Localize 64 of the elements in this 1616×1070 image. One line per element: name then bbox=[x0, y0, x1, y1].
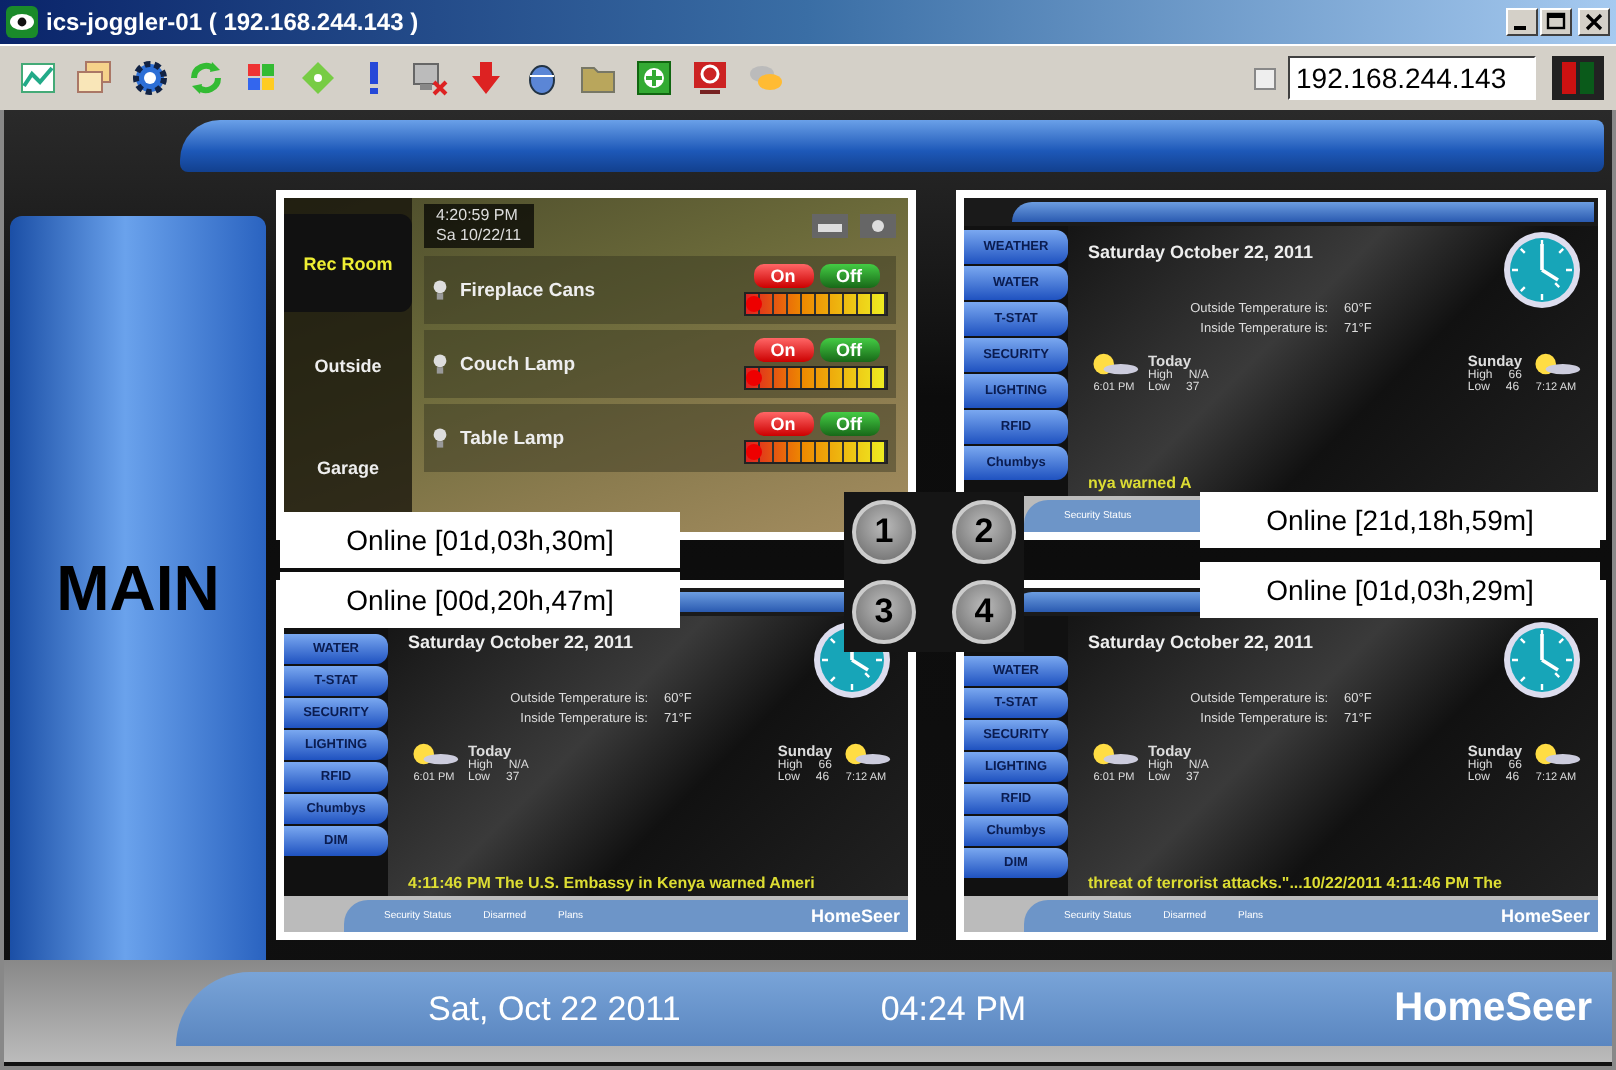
status-label: Online [01d,03h,30m] bbox=[280, 512, 680, 568]
on-button[interactable]: On bbox=[753, 338, 813, 362]
number-button[interactable]: 1 bbox=[852, 500, 916, 564]
on-button[interactable]: On bbox=[753, 264, 813, 288]
number-button[interactable]: 2 bbox=[952, 500, 1016, 564]
panel-title: MAIN bbox=[56, 551, 220, 625]
clock-date: Sa 10/22/11 bbox=[436, 226, 522, 246]
maximize-icon bbox=[1546, 12, 1566, 32]
device-name: Fireplace Cans bbox=[460, 279, 598, 301]
status-label: Online [01d,03h,29m] bbox=[1200, 562, 1600, 618]
sun-cloud-icon bbox=[1088, 742, 1140, 766]
slider-thumb[interactable] bbox=[745, 296, 761, 312]
date-heading: Saturday October 22, 2011 bbox=[408, 632, 634, 652]
bulb-icon bbox=[432, 352, 448, 376]
device-name: Couch Lamp bbox=[460, 353, 578, 375]
window-title: ics-joggler-01 ( 192.168.244.143 ) bbox=[46, 8, 419, 36]
room-tab[interactable]: Outside bbox=[284, 316, 412, 414]
slider-thumb[interactable] bbox=[745, 370, 761, 386]
logo: HomeSeer bbox=[810, 906, 900, 926]
plus-icon[interactable] bbox=[632, 56, 676, 100]
address-field[interactable]: 192.168.244.143 bbox=[1288, 56, 1536, 100]
status-indicator-icon[interactable] bbox=[1552, 56, 1604, 100]
news-ticker: 4:11:46 PM The U.S. Embassy in Kenya warned Ameri bbox=[408, 874, 817, 892]
close-button[interactable] bbox=[1578, 8, 1610, 36]
room-tab[interactable]: Garage bbox=[284, 418, 412, 516]
dimmer-slider[interactable] bbox=[744, 366, 888, 390]
bulb-icon bbox=[432, 278, 448, 302]
close-icon bbox=[1584, 12, 1604, 32]
on-button[interactable]: On bbox=[753, 412, 813, 436]
sun-cloud-icon bbox=[1088, 352, 1140, 376]
status-label: Online [00d,20h,47m] bbox=[280, 572, 680, 628]
clock-icon bbox=[1502, 620, 1582, 700]
off-button[interactable]: Off bbox=[819, 338, 879, 362]
date-heading: Saturday October 22, 2011 bbox=[1088, 632, 1314, 652]
device-name: Table Lamp bbox=[460, 427, 567, 449]
news-ticker: threat of terrorist attacks."...10/22/2011 4:11:46 PM The bbox=[1088, 874, 1504, 892]
slider-thumb[interactable] bbox=[745, 444, 761, 460]
number-button[interactable]: 4 bbox=[952, 580, 1016, 644]
off-button[interactable]: Off bbox=[819, 412, 879, 436]
news-ticker: nya warned A bbox=[1088, 474, 1194, 492]
off-button[interactable]: Off bbox=[819, 264, 879, 288]
clock-time: 4:20:59 PM bbox=[436, 206, 520, 226]
sun-cloud-icon bbox=[1530, 742, 1582, 766]
checkbox[interactable] bbox=[1254, 67, 1276, 89]
status-label: Online [21d,18h,59m] bbox=[1200, 492, 1600, 548]
logo: HomeSeer bbox=[1394, 986, 1592, 1032]
minimize-icon bbox=[1513, 26, 1525, 30]
room-tab[interactable]: Rec Room bbox=[284, 214, 412, 312]
bulb-icon bbox=[432, 426, 448, 450]
date-heading: Saturday October 22, 2011 bbox=[1088, 242, 1314, 262]
footer-date: Sat, Oct 22 2011 bbox=[428, 989, 681, 1029]
clock-icon bbox=[1502, 230, 1582, 310]
dimmer-slider[interactable] bbox=[744, 292, 888, 316]
sun-cloud-icon bbox=[840, 742, 892, 766]
number-button[interactable]: 3 bbox=[852, 580, 916, 644]
maximize-button[interactable] bbox=[1540, 8, 1572, 36]
footer-time: 04:24 PM bbox=[880, 989, 1027, 1029]
sun-cloud-icon bbox=[408, 742, 460, 766]
eye-icon bbox=[6, 6, 38, 38]
logo: HomeSeer bbox=[1500, 906, 1590, 926]
sun-cloud-icon bbox=[1530, 352, 1582, 376]
target-icon[interactable] bbox=[688, 56, 732, 100]
minimize-button[interactable] bbox=[1506, 8, 1538, 36]
dimmer-slider[interactable] bbox=[744, 440, 888, 464]
